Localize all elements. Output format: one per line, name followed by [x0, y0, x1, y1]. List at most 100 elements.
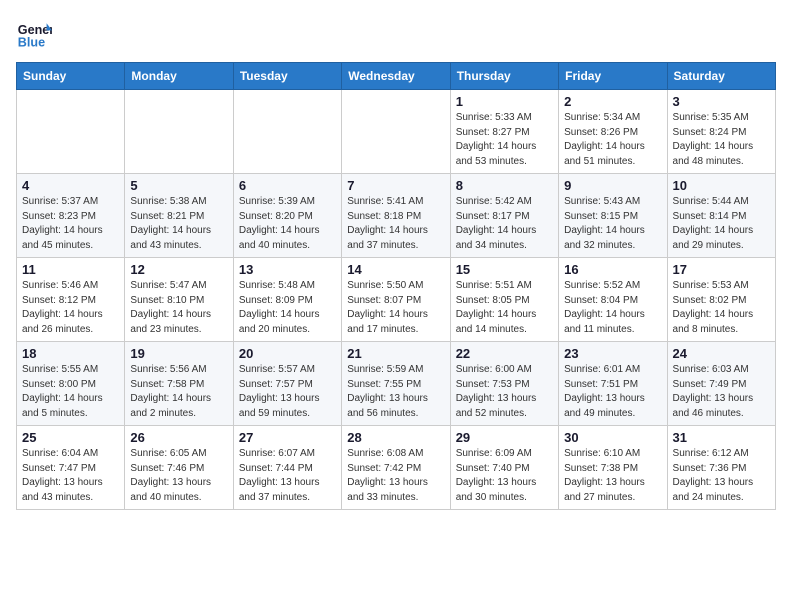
day-header-monday: Monday — [125, 63, 233, 90]
day-cell: 3 Sunrise: 5:35 AMSunset: 8:24 PMDaylight… — [667, 90, 775, 174]
day-number: 23 — [564, 346, 661, 361]
day-cell: 7 Sunrise: 5:41 AMSunset: 8:18 PMDaylight… — [342, 174, 450, 258]
day-cell: 28 Sunrise: 6:08 AMSunset: 7:42 PMDayligh… — [342, 426, 450, 510]
day-number: 30 — [564, 430, 661, 445]
day-cell: 31 Sunrise: 6:12 AMSunset: 7:36 PMDayligh… — [667, 426, 775, 510]
day-cell: 21 Sunrise: 5:59 AMSunset: 7:55 PMDayligh… — [342, 342, 450, 426]
day-number: 17 — [673, 262, 770, 277]
day-number: 9 — [564, 178, 661, 193]
day-number: 11 — [22, 262, 119, 277]
day-number: 7 — [347, 178, 444, 193]
day-cell: 4 Sunrise: 5:37 AMSunset: 8:23 PMDaylight… — [17, 174, 125, 258]
day-number: 27 — [239, 430, 336, 445]
day-number: 22 — [456, 346, 553, 361]
week-row-3: 11 Sunrise: 5:46 AMSunset: 8:12 PMDayligh… — [17, 258, 776, 342]
day-cell: 30 Sunrise: 6:10 AMSunset: 7:38 PMDayligh… — [559, 426, 667, 510]
day-info: Sunrise: 5:43 AMSunset: 8:15 PMDaylight:… — [564, 195, 661, 253]
day-number: 15 — [456, 262, 553, 277]
day-number: 19 — [130, 346, 227, 361]
day-number: 20 — [239, 346, 336, 361]
week-row-5: 25 Sunrise: 6:04 AMSunset: 7:47 PMDayligh… — [17, 426, 776, 510]
day-info: Sunrise: 5:46 AMSunset: 8:12 PMDaylight:… — [22, 279, 119, 337]
day-info: Sunrise: 5:41 AMSunset: 8:18 PMDaylight:… — [347, 195, 444, 253]
day-cell: 25 Sunrise: 6:04 AMSunset: 7:47 PMDayligh… — [17, 426, 125, 510]
day-cell: 29 Sunrise: 6:09 AMSunset: 7:40 PMDayligh… — [450, 426, 558, 510]
day-cell: 6 Sunrise: 5:39 AMSunset: 8:20 PMDaylight… — [233, 174, 341, 258]
day-info: Sunrise: 5:53 AMSunset: 8:02 PMDaylight:… — [673, 279, 770, 337]
day-info: Sunrise: 6:09 AMSunset: 7:40 PMDaylight:… — [456, 447, 553, 505]
day-info: Sunrise: 5:44 AMSunset: 8:14 PMDaylight:… — [673, 195, 770, 253]
day-cell — [233, 90, 341, 174]
day-cell: 23Sunrise: 6:01 AMSunset: 7:51 PMDayligh… — [559, 342, 667, 426]
day-number: 5 — [130, 178, 227, 193]
logo: General Blue — [16, 16, 52, 52]
day-cell: 12 Sunrise: 5:47 AMSunset: 8:10 PMDayligh… — [125, 258, 233, 342]
day-info: Sunrise: 5:35 AMSunset: 8:24 PMDaylight:… — [673, 111, 770, 169]
day-number: 29 — [456, 430, 553, 445]
day-number: 4 — [22, 178, 119, 193]
day-header-thursday: Thursday — [450, 63, 558, 90]
week-row-2: 4 Sunrise: 5:37 AMSunset: 8:23 PMDaylight… — [17, 174, 776, 258]
day-header-sunday: Sunday — [17, 63, 125, 90]
day-number: 1 — [456, 94, 553, 109]
day-number: 16 — [564, 262, 661, 277]
day-cell — [125, 90, 233, 174]
day-header-tuesday: Tuesday — [233, 63, 341, 90]
day-info: Sunrise: 6:04 AMSunset: 7:47 PMDaylight:… — [22, 447, 119, 505]
day-info: Sunrise: 5:48 AMSunset: 8:09 PMDaylight:… — [239, 279, 336, 337]
day-cell: 18 Sunrise: 5:55 AMSunset: 8:00 PMDayligh… — [17, 342, 125, 426]
day-number: 24 — [673, 346, 770, 361]
day-number: 21 — [347, 346, 444, 361]
day-number: 6 — [239, 178, 336, 193]
svg-text:Blue: Blue — [18, 36, 45, 50]
day-number: 12 — [130, 262, 227, 277]
day-info: Sunrise: 5:39 AMSunset: 8:20 PMDaylight:… — [239, 195, 336, 253]
day-info: Sunrise: 6:10 AMSunset: 7:38 PMDaylight:… — [564, 447, 661, 505]
day-cell: 16 Sunrise: 5:52 AMSunset: 8:04 PMDayligh… — [559, 258, 667, 342]
day-info: Sunrise: 5:52 AMSunset: 8:04 PMDaylight:… — [564, 279, 661, 337]
day-number: 10 — [673, 178, 770, 193]
day-info: Sunrise: 5:37 AMSunset: 8:23 PMDaylight:… — [22, 195, 119, 253]
day-cell: 2 Sunrise: 5:34 AMSunset: 8:26 PMDaylight… — [559, 90, 667, 174]
day-number: 2 — [564, 94, 661, 109]
day-number: 18 — [22, 346, 119, 361]
calendar: SundayMondayTuesdayWednesdayThursdayFrid… — [16, 62, 776, 510]
calendar-header-row: SundayMondayTuesdayWednesdayThursdayFrid… — [17, 63, 776, 90]
day-number: 14 — [347, 262, 444, 277]
day-info: Sunrise: 5:50 AMSunset: 8:07 PMDaylight:… — [347, 279, 444, 337]
day-info: Sunrise: 5:51 AMSunset: 8:05 PMDaylight:… — [456, 279, 553, 337]
day-info: Sunrise: 5:33 AMSunset: 8:27 PMDaylight:… — [456, 111, 553, 169]
day-number: 3 — [673, 94, 770, 109]
day-cell: 27 Sunrise: 6:07 AMSunset: 7:44 PMDayligh… — [233, 426, 341, 510]
day-info: Sunrise: 5:57 AMSunset: 7:57 PMDaylight:… — [239, 363, 336, 421]
day-number: 13 — [239, 262, 336, 277]
day-cell: 24Sunrise: 6:03 AMSunset: 7:49 PMDayligh… — [667, 342, 775, 426]
day-info: Sunrise: 6:12 AMSunset: 7:36 PMDaylight:… — [673, 447, 770, 505]
day-cell: 14 Sunrise: 5:50 AMSunset: 8:07 PMDayligh… — [342, 258, 450, 342]
day-number: 25 — [22, 430, 119, 445]
day-info: Sunrise: 6:00 AMSunset: 7:53 PMDaylight:… — [456, 363, 553, 421]
day-info: Sunrise: 5:34 AMSunset: 8:26 PMDaylight:… — [564, 111, 661, 169]
day-cell — [17, 90, 125, 174]
day-header-saturday: Saturday — [667, 63, 775, 90]
day-cell: 22 Sunrise: 6:00 AMSunset: 7:53 PMDayligh… — [450, 342, 558, 426]
day-cell: 13 Sunrise: 5:48 AMSunset: 8:09 PMDayligh… — [233, 258, 341, 342]
day-number: 31 — [673, 430, 770, 445]
day-cell: 11 Sunrise: 5:46 AMSunset: 8:12 PMDayligh… — [17, 258, 125, 342]
day-cell: 10 Sunrise: 5:44 AMSunset: 8:14 PMDayligh… — [667, 174, 775, 258]
day-info: Sunrise: 6:07 AMSunset: 7:44 PMDaylight:… — [239, 447, 336, 505]
day-header-friday: Friday — [559, 63, 667, 90]
day-info: Sunrise: 5:56 AMSunset: 7:58 PMDaylight:… — [130, 363, 227, 421]
day-cell: 8Sunrise: 5:42 AMSunset: 8:17 PMDaylight… — [450, 174, 558, 258]
logo-icon: General Blue — [16, 16, 52, 52]
day-info: Sunrise: 5:59 AMSunset: 7:55 PMDaylight:… — [347, 363, 444, 421]
header: General Blue — [16, 16, 776, 52]
day-header-wednesday: Wednesday — [342, 63, 450, 90]
day-cell: 15 Sunrise: 5:51 AMSunset: 8:05 PMDayligh… — [450, 258, 558, 342]
day-cell: 17 Sunrise: 5:53 AMSunset: 8:02 PMDayligh… — [667, 258, 775, 342]
week-row-1: 1 Sunrise: 5:33 AMSunset: 8:27 PMDaylight… — [17, 90, 776, 174]
day-info: Sunrise: 5:47 AMSunset: 8:10 PMDaylight:… — [130, 279, 227, 337]
day-number: 28 — [347, 430, 444, 445]
day-info: Sunrise: 6:08 AMSunset: 7:42 PMDaylight:… — [347, 447, 444, 505]
day-info: Sunrise: 5:55 AMSunset: 8:00 PMDaylight:… — [22, 363, 119, 421]
